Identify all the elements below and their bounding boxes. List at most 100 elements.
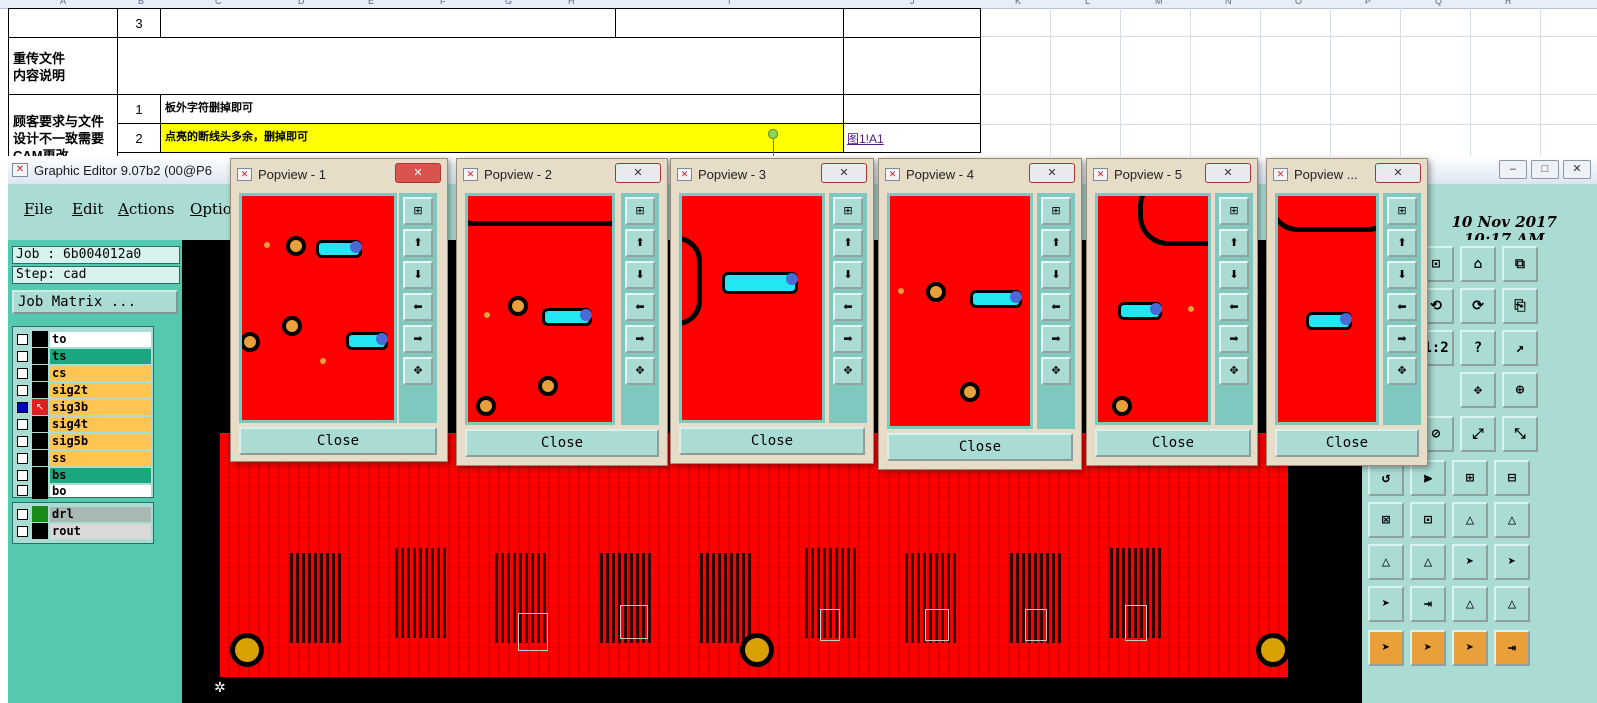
layer-flag[interactable] <box>32 331 48 347</box>
pan-down-icon[interactable]: ⬇ <box>625 261 655 289</box>
layer-flag[interactable] <box>32 382 48 398</box>
layer-flag[interactable] <box>32 348 48 364</box>
zoom-icon[interactable]: ✥ <box>1387 357 1417 385</box>
column-letter[interactable]: K <box>1015 0 1021 6</box>
column-letter[interactable]: F <box>440 0 446 6</box>
fit-icon[interactable]: ⊞ <box>625 197 655 225</box>
layer-row[interactable]: bs <box>17 467 151 483</box>
tool-button[interactable]: △ <box>1494 586 1530 622</box>
column-letter[interactable]: B <box>138 0 144 6</box>
layer-flag[interactable] <box>32 450 48 466</box>
sheet-hyperlink[interactable]: 图1!A1 <box>843 123 981 153</box>
zoom-icon[interactable]: ✥ <box>833 357 863 385</box>
column-letter[interactable]: H <box>568 0 575 6</box>
tool-button[interactable]: △ <box>1494 502 1530 538</box>
pan-down-icon[interactable]: ⬇ <box>1387 261 1417 289</box>
shape-rotate-handle[interactable] <box>768 129 778 139</box>
layer-row-active[interactable]: ↖ sig3b <box>17 399 151 415</box>
layer-name[interactable]: sig4t <box>50 416 151 432</box>
layer-checkbox[interactable] <box>17 333 28 345</box>
select-tool-button[interactable]: ⇥ <box>1494 630 1530 666</box>
popview-close-button[interactable]: Close <box>887 433 1073 461</box>
tool-button[interactable]: △ <box>1410 544 1446 580</box>
pan-left-icon[interactable]: ⬅ <box>625 293 655 321</box>
pan-down-icon[interactable]: ⬇ <box>403 261 433 289</box>
pan-down-icon[interactable]: ⬇ <box>1041 261 1071 289</box>
tool-button[interactable]: ⊠ <box>1368 502 1404 538</box>
column-letter[interactable]: O <box>1295 0 1302 6</box>
zoom-icon[interactable]: ✥ <box>625 357 655 385</box>
popview-close-button[interactable]: Close <box>239 427 437 455</box>
column-letter[interactable]: M <box>1155 0 1163 6</box>
item-text-highlighted[interactable]: 点亮的断线头多余，删掉即可 <box>160 123 844 153</box>
tool-button[interactable]: ⟳ <box>1460 288 1496 324</box>
layer-checkbox[interactable] <box>17 508 28 520</box>
fit-icon[interactable]: ⊞ <box>1041 197 1071 225</box>
layer-checkbox[interactable] <box>17 485 28 496</box>
layer-name[interactable]: sig5b <box>50 433 151 449</box>
layer-checkbox[interactable] <box>17 350 28 362</box>
layer-name[interactable]: drl <box>50 506 151 522</box>
popview-close-button[interactable]: Close <box>679 427 865 455</box>
zoom-icon[interactable]: ✥ <box>1041 357 1071 385</box>
tool-button[interactable]: ⊕ <box>1502 372 1538 408</box>
tool-button[interactable]: ⊞ <box>1452 460 1488 496</box>
column-letter[interactable]: J <box>910 0 915 6</box>
layer-flag[interactable] <box>32 365 48 381</box>
tool-button[interactable]: ⇥ <box>1410 586 1446 622</box>
minimize-icon[interactable]: – <box>1499 160 1527 179</box>
zoom-icon[interactable]: ✥ <box>403 357 433 385</box>
layer-row[interactable]: sig5b <box>17 433 151 449</box>
popview-close-button[interactable]: Close <box>1095 429 1251 457</box>
tool-button[interactable]: ➤ <box>1452 544 1488 580</box>
pan-right-icon[interactable]: ➡ <box>1041 325 1071 353</box>
pan-up-icon[interactable]: ⬆ <box>833 229 863 257</box>
layer-name[interactable]: bs <box>50 467 151 483</box>
popview-close-button[interactable]: Close <box>465 429 659 457</box>
zoom-icon[interactable]: ✥ <box>1219 357 1249 385</box>
menu-file[interactable]: File <box>24 200 53 218</box>
tool-button[interactable]: △ <box>1452 586 1488 622</box>
layer-name[interactable]: rout <box>50 523 151 539</box>
sheet-cell[interactable] <box>615 8 844 38</box>
layer-row[interactable]: sig4t <box>17 416 151 432</box>
maximize-icon[interactable]: □ <box>1531 160 1559 179</box>
close-icon[interactable]: ✕ <box>821 163 867 183</box>
tool-button[interactable]: △ <box>1368 544 1404 580</box>
layer-flag[interactable] <box>32 506 48 522</box>
layer-name[interactable]: ss <box>50 450 151 466</box>
tool-button[interactable]: ➤ <box>1494 544 1530 580</box>
tool-button[interactable]: ⎘ <box>1502 288 1538 324</box>
close-icon[interactable]: ✕ <box>395 163 441 183</box>
layer-name[interactable]: bo <box>50 484 151 497</box>
layer-row[interactable]: ss <box>17 450 151 466</box>
pan-up-icon[interactable]: ⬆ <box>403 229 433 257</box>
pan-right-icon[interactable]: ➡ <box>625 325 655 353</box>
layer-flag[interactable] <box>32 433 48 449</box>
column-letter[interactable]: P <box>1365 0 1371 6</box>
pan-right-icon[interactable]: ➡ <box>1387 325 1417 353</box>
item-text[interactable]: 板外字符删掉即可 <box>160 94 844 124</box>
layer-flag[interactable] <box>32 416 48 432</box>
fit-icon[interactable]: ⊞ <box>1387 197 1417 225</box>
layer-flag[interactable] <box>32 523 48 539</box>
tool-button[interactable]: ⤡ <box>1502 416 1538 452</box>
reupload-description-label[interactable]: 重传文件 内容说明 <box>8 37 118 95</box>
tool-button[interactable]: △ <box>1452 502 1488 538</box>
pan-down-icon[interactable]: ⬇ <box>833 261 863 289</box>
menu-options[interactable]: Optio <box>190 200 232 218</box>
layer-flag[interactable] <box>32 467 48 483</box>
layer-checkbox[interactable] <box>17 418 28 430</box>
fit-icon[interactable]: ⊞ <box>833 197 863 225</box>
column-letter[interactable]: C <box>215 0 222 6</box>
layer-row[interactable]: bo <box>17 482 151 499</box>
pan-right-icon[interactable]: ➡ <box>833 325 863 353</box>
pan-left-icon[interactable]: ⬅ <box>833 293 863 321</box>
close-icon[interactable]: ✕ <box>615 163 661 183</box>
tool-button[interactable]: ⤢ <box>1460 416 1496 452</box>
pan-left-icon[interactable]: ⬅ <box>403 293 433 321</box>
layer-row[interactable]: ts <box>17 348 151 364</box>
layer-checkbox[interactable] <box>17 469 28 481</box>
tool-button[interactable]: ? <box>1460 330 1496 366</box>
row-number[interactable]: 3 <box>117 8 161 38</box>
